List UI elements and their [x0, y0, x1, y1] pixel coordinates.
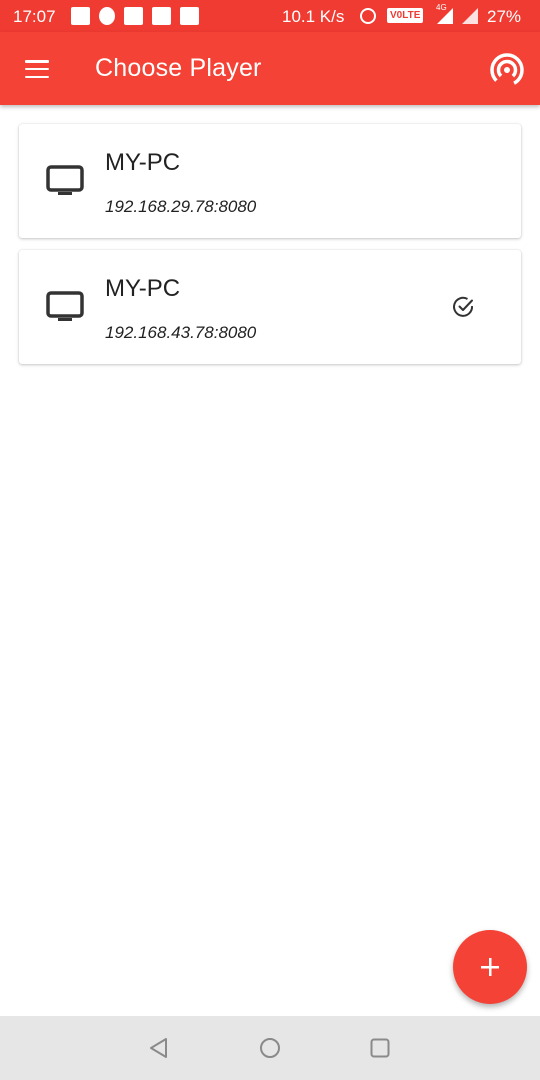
player-card[interactable]: MY-PC 192.168.43.78:8080 — [19, 250, 521, 364]
tv-monitor-icon — [46, 165, 84, 195]
back-triangle-icon[interactable] — [147, 1036, 171, 1060]
hamburger-menu-icon[interactable] — [25, 60, 49, 78]
system-nav-bar — [0, 1016, 540, 1080]
player-address: 192.168.29.78:8080 — [105, 197, 257, 216]
home-circle-icon[interactable] — [258, 1036, 282, 1060]
signal-strength-icon — [437, 8, 453, 24]
signal-strength-icon — [462, 8, 478, 24]
battery-percent: 27% — [487, 7, 522, 26]
volte-badge: V0LTE — [387, 8, 424, 23]
linkedin-notification-icon — [71, 7, 90, 25]
player-list: MY-PC 192.168.29.78:8080 MY-PC 192.168.4… — [19, 124, 521, 376]
cast-broadcast-icon[interactable] — [489, 52, 525, 88]
tv-monitor-icon — [46, 291, 84, 321]
player-name: MY-PC — [105, 149, 181, 176]
recent-square-icon[interactable] — [368, 1036, 392, 1060]
gallery-notification-icon — [180, 7, 199, 25]
hotspot-status-icon — [360, 8, 376, 24]
plus-icon — [481, 958, 499, 976]
player-name: MY-PC — [105, 275, 181, 302]
status-time: 17:07 — [13, 7, 56, 26]
network-speed: 10.1 K/s — [282, 7, 345, 26]
player-address: 192.168.43.78:8080 — [105, 323, 257, 342]
check-circle-icon — [453, 296, 474, 317]
notification-icons — [71, 7, 199, 25]
status-bar: 17:07 10.1 K/s V0LTE 4G 27% — [0, 0, 540, 32]
add-player-button[interactable] — [453, 930, 527, 1004]
app-notification-icon — [99, 7, 115, 25]
app-bar: Choose Player — [0, 32, 540, 105]
page-title: Choose Player — [95, 54, 262, 82]
gallery-notification-icon — [152, 7, 171, 25]
gmail-notification-icon — [124, 7, 143, 25]
player-card[interactable]: MY-PC 192.168.29.78:8080 — [19, 124, 521, 238]
